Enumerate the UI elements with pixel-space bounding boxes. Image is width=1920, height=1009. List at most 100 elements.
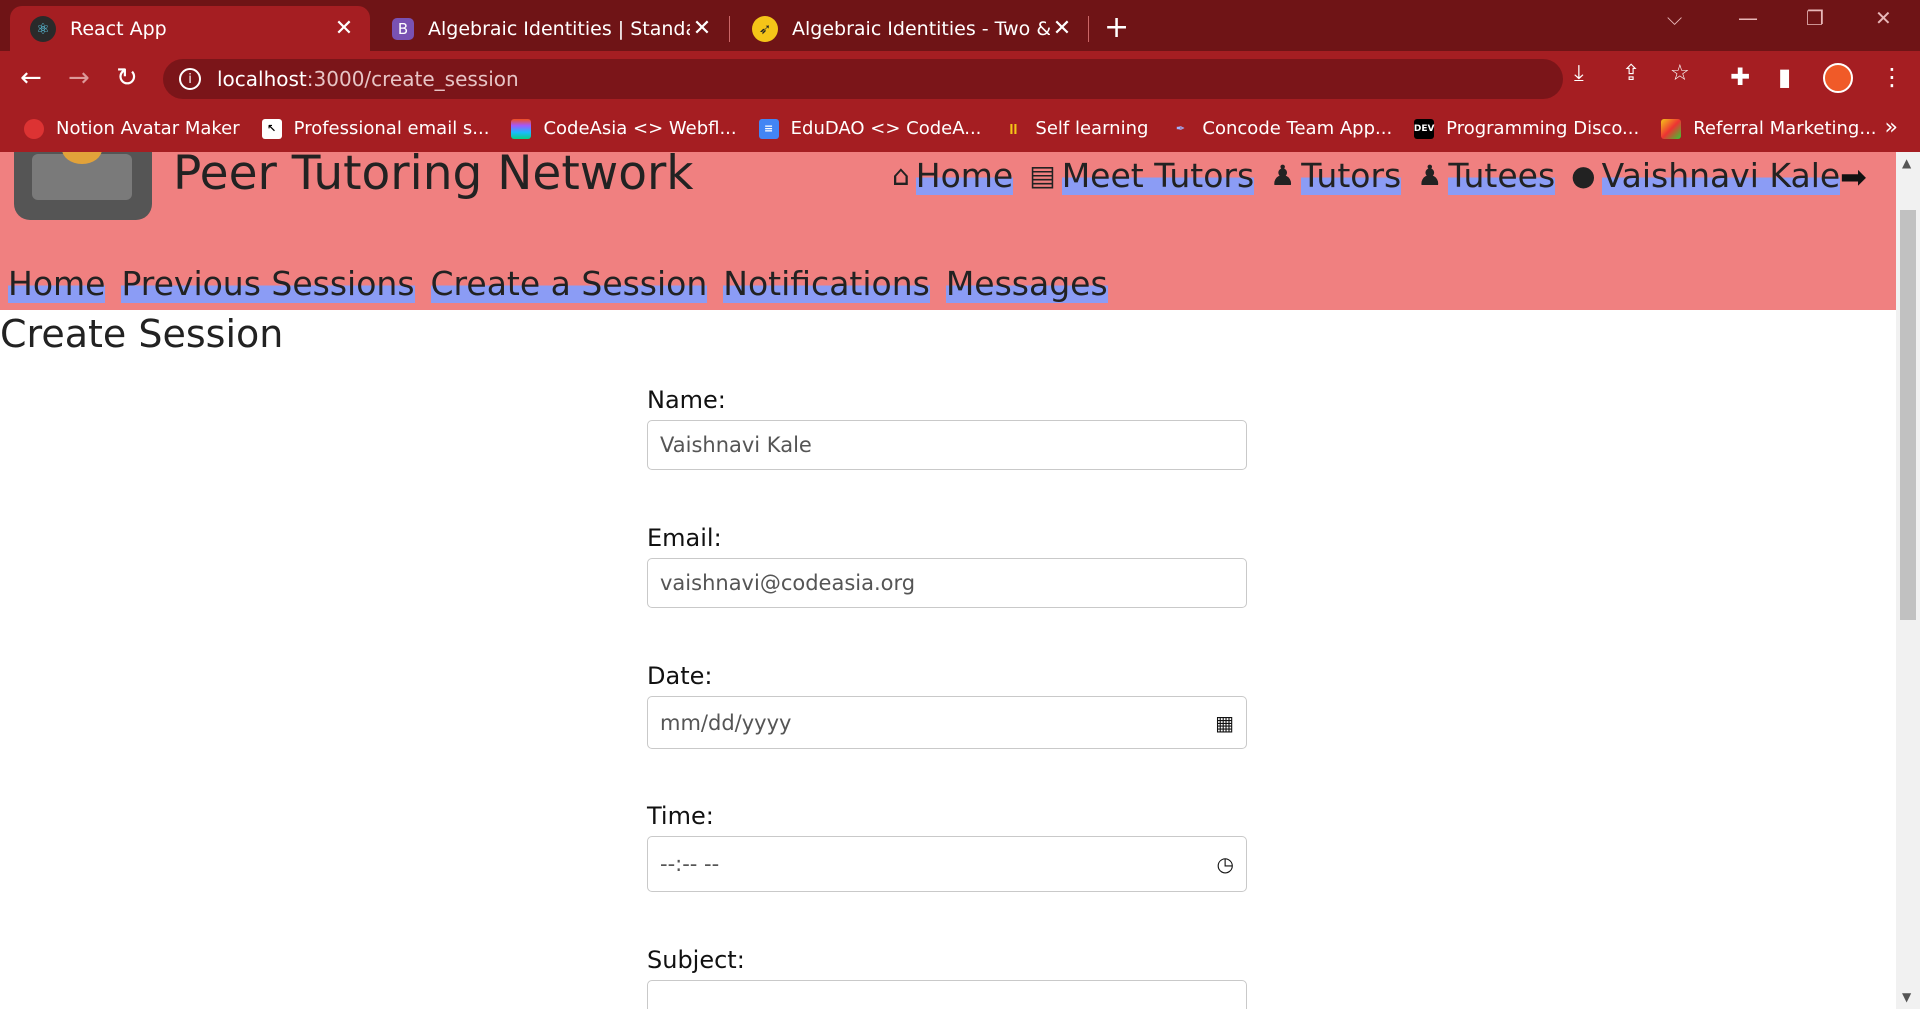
- bookmark-referral-marketing[interactable]: Referral Marketing...: [1661, 118, 1877, 139]
- tab-algebraic-identities-standard[interactable]: B Algebraic Identities | Standard Al ✕: [372, 6, 728, 51]
- sub-nav-previous-sessions[interactable]: Previous Sessions: [121, 264, 415, 303]
- new-tab-button[interactable]: +: [1104, 10, 1129, 45]
- bookmark-programming-discord[interactable]: DEV Programming Disco...: [1414, 118, 1639, 139]
- top-nav-home[interactable]: ⌂ Home: [892, 156, 1014, 195]
- sub-nav-messages[interactable]: Messages: [945, 264, 1108, 303]
- extensions-puzzle-icon[interactable]: ✚: [1730, 63, 1750, 91]
- logout-icon[interactable]: ➡: [1840, 158, 1867, 196]
- subject-input[interactable]: [647, 980, 1247, 1009]
- bookmarks-bar: Notion Avatar Maker ↖ Professional email…: [0, 105, 1920, 152]
- email-group: Email: vaishnavi@codeasia.org: [647, 524, 1247, 608]
- sub-nav: Home Previous Sessions Create a Session …: [8, 264, 1124, 303]
- name-value: Vaishnavi Kale: [660, 433, 812, 457]
- name-label: Name:: [647, 386, 726, 414]
- bookmark-label: EduDAO <> CodeA...: [790, 118, 982, 139]
- app-header: Peer Tutoring Network ⌂ Home ▤ Meet Tuto…: [0, 152, 1896, 310]
- close-tab-icon[interactable]: ✕: [332, 16, 356, 41]
- name-input[interactable]: Vaishnavi Kale: [647, 420, 1247, 470]
- profile-avatar[interactable]: [1823, 63, 1853, 93]
- top-nav-label: Vaishnavi Kale: [1601, 156, 1841, 195]
- sub-nav-create-session[interactable]: Create a Session: [430, 264, 708, 303]
- bookmark-label: Concode Team App...: [1202, 118, 1393, 139]
- feather-icon: ✒: [1175, 122, 1186, 135]
- share-icon[interactable]: ⇪: [1622, 61, 1640, 86]
- email-value: vaishnavi@codeasia.org: [660, 571, 916, 595]
- calendar-icon[interactable]: ▦: [1215, 711, 1234, 735]
- bookmark-label: Notion Avatar Maker: [56, 118, 240, 139]
- bookmark-star-icon[interactable]: ☆: [1670, 61, 1690, 86]
- page-scrollbar[interactable]: ▲ ▼: [1896, 152, 1920, 1009]
- logo-icon: [14, 152, 152, 220]
- menu-kebab-icon[interactable]: ⋮: [1880, 63, 1904, 91]
- cursor-icon: ↖: [261, 118, 282, 139]
- tab-separator: [729, 16, 730, 42]
- sub-nav-notifications[interactable]: Notifications: [723, 264, 930, 303]
- browser-tab-bar: ⚛ React App ✕ B Algebraic Identities | S…: [0, 0, 1920, 51]
- reload-icon[interactable]: ↻: [116, 63, 138, 93]
- user-circle-icon: ●: [1571, 159, 1596, 192]
- clock-icon[interactable]: ◷: [1217, 852, 1234, 876]
- bookmark-self-learning[interactable]: ǀǀ Self learning: [1003, 118, 1148, 139]
- name-group: Name: Vaishnavi Kale: [647, 386, 1247, 470]
- bookmark-concode-team-app[interactable]: ✒ Concode Team App...: [1170, 118, 1392, 139]
- more-bookmarks-icon[interactable]: »: [1885, 115, 1898, 140]
- close-window-icon[interactable]: ✕: [1875, 6, 1892, 30]
- bookmark-label: Professional email s...: [293, 118, 490, 139]
- graduate-icon: ♟: [1270, 159, 1296, 192]
- top-nav-profile[interactable]: ● Vaishnavi Kale: [1571, 156, 1841, 195]
- minimize-icon[interactable]: —: [1738, 6, 1758, 30]
- address-toolbar: ← → ↻ i localhost:3000/create_session ⤓ …: [0, 51, 1920, 105]
- bookmark-label: Self learning: [1035, 118, 1149, 139]
- top-nav-label: Meet Tutors: [1061, 156, 1255, 195]
- forward-arrow-icon[interactable]: →: [68, 63, 90, 93]
- email-input[interactable]: vaishnavi@codeasia.org: [647, 558, 1247, 608]
- chalkboard-icon: ▤: [1029, 159, 1056, 192]
- bookmark-edudao-codeasia[interactable]: ≡ EduDAO <> CodeA...: [758, 118, 982, 139]
- subject-group: Subject:: [647, 946, 1247, 1009]
- subject-label: Subject:: [647, 946, 745, 974]
- date-placeholder: mm/dd/yyyy: [660, 710, 792, 735]
- tab-search-icon[interactable]: ⌵: [1667, 6, 1682, 30]
- tab-title: React App: [70, 17, 167, 40]
- side-panel-icon[interactable]: ▮: [1778, 63, 1791, 91]
- date-group: Date: mm/dd/yyyy ▦: [647, 662, 1247, 749]
- scrollbar-thumb[interactable]: [1900, 210, 1916, 620]
- bar-chart-icon: ǀǀ: [1009, 122, 1018, 135]
- bookmark-label: Programming Disco...: [1446, 118, 1640, 139]
- time-placeholder: --:-- --: [660, 852, 720, 876]
- colorful-app-icon: [1661, 118, 1682, 139]
- top-nav-tutors[interactable]: ♟ Tutors: [1270, 156, 1402, 195]
- top-nav-meet-tutors[interactable]: ▤ Meet Tutors: [1029, 156, 1255, 195]
- graduate-icon: ♟: [1417, 159, 1443, 192]
- time-group: Time: --:-- -- ◷: [647, 802, 1247, 892]
- back-arrow-icon[interactable]: ←: [20, 63, 42, 93]
- tab-title: Algebraic Identities - Two & Thre: [792, 17, 1050, 40]
- bookmark-label: CodeAsia <> Webfl...: [543, 118, 737, 139]
- dev-icon: DEV: [1414, 118, 1434, 139]
- top-nav-tutees[interactable]: ♟ Tutees: [1417, 156, 1556, 195]
- sub-nav-home[interactable]: Home: [8, 264, 106, 303]
- home-icon: ⌂: [892, 159, 910, 192]
- google-docs-icon: ≡: [758, 118, 779, 139]
- close-tab-icon[interactable]: ✕: [690, 16, 714, 41]
- tab-algebraic-identities-two-three[interactable]: ➶ Algebraic Identities - Two & Thre ✕: [732, 6, 1088, 51]
- close-tab-icon[interactable]: ✕: [1050, 16, 1074, 41]
- date-input[interactable]: mm/dd/yyyy ▦: [647, 696, 1247, 749]
- address-bar[interactable]: i localhost:3000/create_session: [163, 59, 1563, 99]
- install-icon[interactable]: ⤓: [1574, 61, 1584, 86]
- brand-title: Peer Tutoring Network: [173, 152, 694, 201]
- time-input[interactable]: --:-- -- ◷: [647, 836, 1247, 892]
- react-icon: ⚛: [30, 15, 56, 42]
- scroll-up-icon[interactable]: ▲: [1902, 156, 1911, 170]
- top-nav-label: Home: [915, 156, 1014, 195]
- bookmark-professional-email[interactable]: ↖ Professional email s...: [261, 118, 490, 139]
- scroll-down-icon[interactable]: ▼: [1902, 990, 1911, 1004]
- bookmark-codeasia-webflow[interactable]: CodeAsia <> Webfl...: [511, 118, 737, 139]
- restore-icon[interactable]: ❐: [1806, 6, 1824, 30]
- tab-react-app[interactable]: ⚛ React App ✕: [10, 6, 370, 51]
- page-title: Create Session: [0, 312, 284, 356]
- bookmark-notion-avatar-maker[interactable]: Notion Avatar Maker: [24, 118, 240, 139]
- date-label: Date:: [647, 662, 713, 690]
- site-info-icon[interactable]: i: [179, 68, 201, 90]
- tab-separator: [1088, 16, 1089, 42]
